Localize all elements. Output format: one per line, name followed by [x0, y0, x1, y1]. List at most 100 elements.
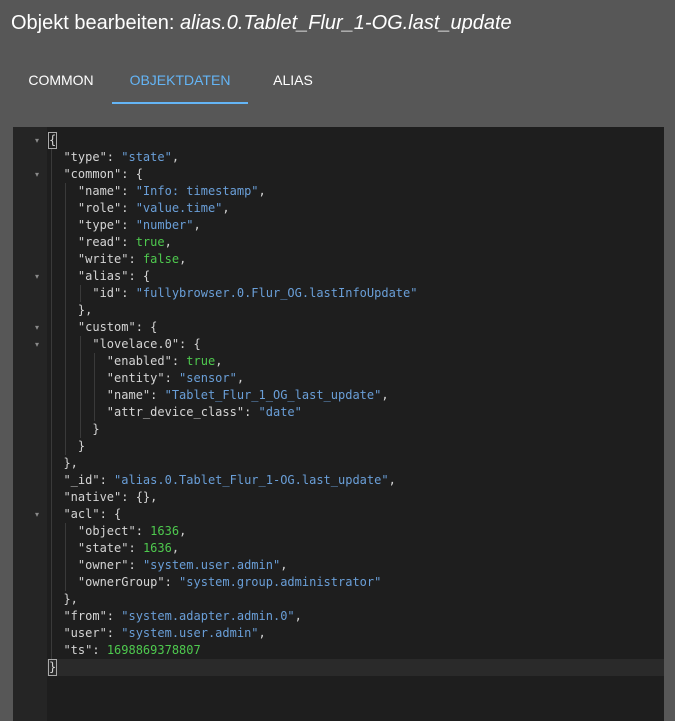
code-token: , [280, 558, 288, 572]
code-line: "type": "number", [49, 217, 201, 234]
code-line: "custom": { [49, 319, 158, 336]
code-token: } [47, 659, 58, 676]
code-token: "system.group.administrator" [179, 575, 382, 589]
code-token: : [128, 541, 143, 555]
code-line: }, [49, 455, 78, 472]
code-token: "sensor" [179, 371, 237, 385]
code-token: : { [99, 507, 122, 521]
code-token: }, [49, 592, 78, 606]
code-token: : [92, 643, 107, 657]
code-token: : [150, 388, 165, 402]
code-token: , [388, 473, 396, 487]
code-token: "value.time" [135, 201, 223, 215]
dialog-title-prefix: Objekt bearbeiten: [11, 12, 180, 34]
code-line: "ts": 1698869378807 [49, 642, 201, 659]
code-token: 1698869378807 [106, 643, 201, 657]
code-token: 1636 [142, 541, 172, 555]
code-token: , [179, 524, 187, 538]
tab-objektdaten[interactable]: OBJEKTDATEN [112, 60, 248, 104]
code-token: false [142, 252, 180, 266]
fold-toggle-icon[interactable]: ▾ [35, 506, 45, 523]
code-token: : [106, 150, 122, 164]
code-line: }, [49, 591, 78, 608]
code-line: "type": "state", [49, 149, 179, 166]
code-line: } [47, 659, 58, 676]
code-token: : [164, 575, 180, 589]
code-token: "type" [49, 218, 122, 232]
code-token: : { [128, 269, 151, 283]
dialog-title: Objekt bearbeiten: alias.0.Tablet_Flur_1… [11, 12, 512, 35]
fold-toggle-icon[interactable]: ▾ [35, 268, 45, 285]
code-token: : {}, [121, 490, 158, 504]
code-token: }, [49, 456, 78, 470]
code-token: "number" [135, 218, 194, 232]
tab-alias[interactable]: ALIAS [255, 60, 331, 102]
code-token: "ownerGroup" [49, 575, 165, 589]
code-line: { [47, 132, 58, 149]
code-token: : [121, 235, 136, 249]
code-token: "name" [49, 388, 151, 402]
code-line: "read": true, [49, 234, 172, 251]
code-token: "lovelace.0" [49, 337, 180, 351]
code-line: "name": "Info: timestamp", [49, 183, 266, 200]
code-token: : { [179, 337, 201, 351]
code-line: } [49, 438, 85, 455]
fold-toggle-icon[interactable]: ▾ [35, 319, 45, 336]
code-token: "date" [258, 405, 302, 419]
code-token: "enabled" [49, 354, 172, 368]
code-line: "enabled": true, [49, 353, 223, 370]
code-line: "entity": "sensor", [49, 370, 244, 387]
json-editor[interactable]: ▾ ▾ ▾ ▾ ▾ ▾ { "type": "state", "common": { "n… [13, 127, 664, 721]
tab-common[interactable]: COMMON [11, 60, 111, 102]
code-token: , [294, 609, 302, 623]
code-token: "_id" [49, 473, 100, 487]
code-token: , [222, 201, 230, 215]
code-token: "state" [49, 541, 129, 555]
active-line-highlight [47, 659, 664, 676]
code-token: : [121, 286, 136, 300]
code-line: "write": false, [49, 251, 186, 268]
code-line: "object": 1636, [49, 523, 186, 540]
dialog-title-object-id: alias.0.Tablet_Flur_1-OG.last_update [180, 12, 512, 34]
code-token: , [171, 150, 180, 164]
code-token: } [49, 439, 86, 453]
code-line: "native": {}, [49, 489, 157, 506]
code-token: true [135, 235, 165, 249]
code-token: : [128, 558, 143, 572]
fold-toggle-icon[interactable]: ▾ [35, 166, 45, 183]
code-token: "alias" [49, 269, 129, 283]
code-line: "common": { [49, 166, 143, 183]
code-token: : [171, 354, 187, 368]
code-token: true [186, 354, 216, 368]
code-line: "owner": "system.user.admin", [49, 557, 288, 574]
fold-toggle-icon[interactable]: ▾ [35, 336, 45, 353]
code-line: "acl": { [49, 506, 121, 523]
code-token: "system.adapter.admin.0" [121, 609, 295, 623]
code-token: , [215, 354, 223, 368]
code-token: "from" [49, 609, 107, 623]
code-line: } [49, 421, 99, 438]
code-token: "name" [49, 184, 122, 198]
code-line: }, [49, 302, 92, 319]
code-token: "role" [49, 201, 122, 215]
code-token: "type" [49, 150, 107, 164]
code-line: "role": "value.time", [49, 200, 230, 217]
code-token: { [47, 132, 58, 149]
code-token: : { [135, 320, 158, 334]
code-line: "state": 1636, [49, 540, 179, 557]
code-line: "lovelace.0": { [49, 336, 201, 353]
code-token: , [179, 252, 187, 266]
code-line: "attr_device_class": "date" [49, 404, 302, 421]
code-token: : [106, 626, 122, 640]
code-token: : [99, 473, 115, 487]
code-token: "fullybrowser.0.Flur_OG.lastInfoUpdate" [135, 286, 418, 300]
code-token: 1636 [150, 524, 180, 538]
code-token: : [128, 252, 143, 266]
fold-toggle-icon[interactable]: ▾ [35, 132, 45, 149]
code-token: "object" [49, 524, 136, 538]
code-token: "read" [49, 235, 122, 249]
code-token: : [121, 184, 136, 198]
code-token: "common" [49, 167, 122, 181]
code-token: : [106, 609, 122, 623]
code-token: : [121, 201, 136, 215]
